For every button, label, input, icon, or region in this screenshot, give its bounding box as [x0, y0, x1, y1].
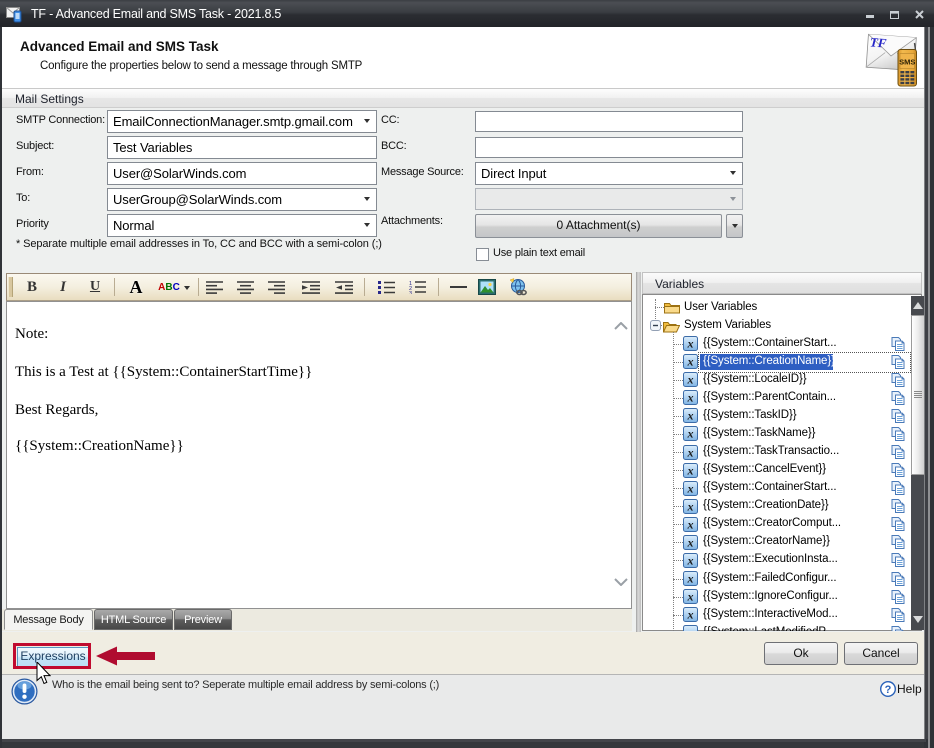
svg-text:x: x — [687, 427, 694, 441]
svg-text:x: x — [687, 590, 694, 604]
svg-text:x: x — [687, 373, 694, 387]
svg-text:TF: TF — [869, 34, 887, 50]
svg-text:x: x — [687, 355, 694, 369]
svg-text:x: x — [687, 391, 694, 405]
svg-text:3: 3 — [409, 291, 412, 294]
svg-text:x: x — [687, 608, 694, 622]
svg-text:x: x — [687, 535, 694, 549]
svg-text:x: x — [687, 409, 694, 423]
svg-text:x: x — [687, 517, 694, 531]
svg-text:x: x — [687, 572, 694, 586]
svg-text:x: x — [687, 626, 694, 631]
svg-text:x: x — [687, 481, 694, 495]
svg-text:SMS: SMS — [899, 58, 915, 67]
svg-text:x: x — [687, 553, 694, 567]
svg-text:x: x — [687, 463, 694, 477]
svg-text:?: ? — [885, 684, 892, 696]
svg-text:x: x — [687, 499, 694, 513]
svg-text:x: x — [687, 337, 694, 351]
svg-text:x: x — [687, 445, 694, 459]
